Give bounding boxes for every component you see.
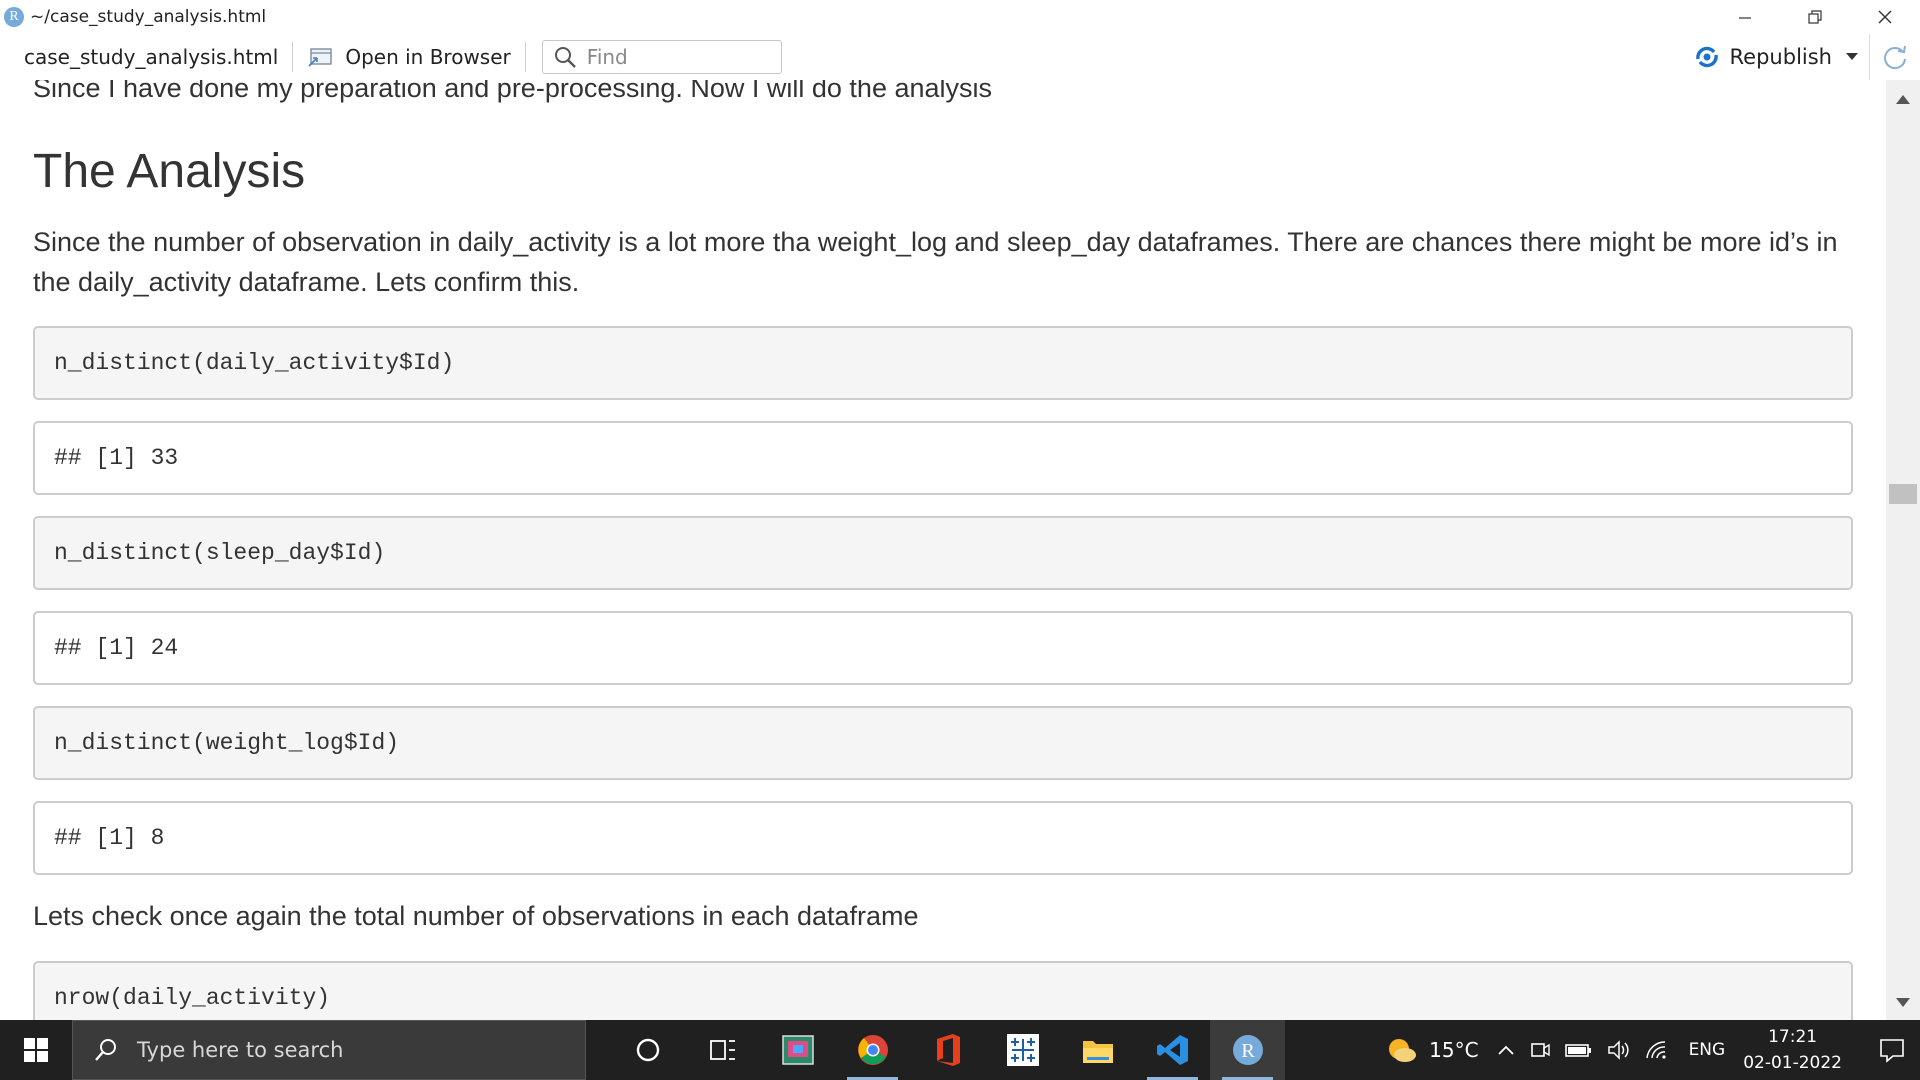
- system-tray: 15°C ENG 17:21 02-01-2022: [1385, 1020, 1920, 1080]
- window-controls: [1710, 0, 1920, 34]
- tableau-app[interactable]: [985, 1020, 1060, 1080]
- minimize-icon: [1739, 17, 1751, 19]
- taskbar-search-placeholder: Type here to search: [137, 1038, 344, 1062]
- chevron-up-icon[interactable]: [1497, 1044, 1515, 1056]
- close-icon: [1878, 10, 1892, 24]
- windows-logo-icon: [24, 1038, 48, 1062]
- vscode-app[interactable]: [1135, 1020, 1210, 1080]
- taskbar-search[interactable]: Type here to search: [72, 1020, 586, 1080]
- rstudio-icon: R: [1232, 1035, 1263, 1065]
- restore-icon: [1808, 10, 1822, 24]
- office-app[interactable]: [910, 1020, 985, 1080]
- scroll-down-button[interactable]: [1886, 991, 1920, 1013]
- refresh-button[interactable]: [1869, 34, 1920, 80]
- code-block: nrow(daily_activity): [33, 961, 1853, 1021]
- close-button[interactable]: [1850, 0, 1920, 34]
- vertical-scrollbar[interactable]: [1886, 80, 1920, 1021]
- tableau-icon: [1006, 1034, 1039, 1066]
- scrollbar-thumb[interactable]: [1889, 484, 1917, 504]
- scroll-up-button[interactable]: [1886, 88, 1920, 110]
- meet-now-icon[interactable]: [1529, 1039, 1551, 1061]
- code-block: n_distinct(daily_activity$Id): [33, 326, 1853, 400]
- code-block: n_distinct(sleep_day$Id): [33, 516, 1853, 590]
- battery-icon[interactable]: [1564, 1042, 1593, 1058]
- pinned-apps: R: [610, 1020, 1285, 1080]
- folder-icon: [1082, 1041, 1113, 1063]
- vscode-icon: [1156, 1035, 1188, 1065]
- notification-center-button[interactable]: [1872, 1037, 1912, 1063]
- tray-icons: [1497, 1039, 1669, 1061]
- clock-time: 17:21: [1768, 1027, 1818, 1047]
- office-icon: [936, 1034, 960, 1066]
- arrow-down-icon: [1896, 997, 1910, 1007]
- start-button[interactable]: [0, 1020, 72, 1080]
- window-titlebar: R ~/case_study_analysis.html: [0, 0, 1920, 34]
- open-in-browser-button[interactable]: Open in Browser: [307, 45, 511, 69]
- document-body: Since I have done my preparation and pre…: [33, 80, 1853, 1021]
- analysis-paragraph: Since the number of observation in daily…: [33, 227, 1838, 297]
- taskbar-clock[interactable]: 17:21 02-01-2022: [1743, 1024, 1842, 1076]
- restore-button[interactable]: [1780, 0, 1850, 34]
- republish-button[interactable]: Republish: [1692, 34, 1858, 80]
- output-block: ## [1] 24: [33, 611, 1853, 685]
- minimize-button[interactable]: [1710, 0, 1780, 34]
- windows-taskbar: Type here to search R 15°C ENG 17:21 02-…: [0, 1020, 1920, 1080]
- notification-icon: [1880, 1039, 1904, 1063]
- output-block: ## [1] 8: [33, 801, 1853, 875]
- refresh-icon: [1884, 45, 1906, 70]
- cortana-button[interactable]: [610, 1020, 685, 1080]
- output-block: ## [1] 33: [33, 421, 1853, 495]
- intro-paragraph: Since I have done my preparation and pre…: [33, 80, 993, 103]
- clock-date: 02-01-2022: [1743, 1053, 1842, 1073]
- toolbar-divider: [292, 42, 294, 72]
- r-app-icon: R: [4, 7, 24, 27]
- open-in-browser-label: Open in Browser: [345, 45, 511, 69]
- weather-temperature: 15°C: [1429, 1038, 1479, 1062]
- input-language[interactable]: ENG: [1689, 1040, 1726, 1060]
- rstudio-icon-letter: R: [1241, 1040, 1255, 1062]
- republish-label: Republish: [1729, 45, 1832, 69]
- weather-sun-cloud-icon: [1389, 1039, 1417, 1062]
- document-viewport: Since I have done my preparation and pre…: [0, 80, 1886, 1021]
- code-block: n_distinct(weight_log$Id): [33, 706, 1853, 780]
- volume-icon[interactable]: [1607, 1040, 1631, 1060]
- task-view-button[interactable]: [685, 1020, 760, 1080]
- section-heading: The Analysis: [33, 145, 306, 198]
- rstudio-app[interactable]: R: [1210, 1020, 1285, 1080]
- search-icon: [95, 1039, 116, 1061]
- window-title: ~/case_study_analysis.html: [30, 7, 267, 27]
- chrome-icon: [857, 1035, 888, 1065]
- observations-paragraph: Lets check once again the total number o…: [33, 901, 919, 931]
- snipping-tool-app[interactable]: [760, 1020, 835, 1080]
- chevron-down-icon[interactable]: [1846, 53, 1858, 61]
- find-input[interactable]: [584, 44, 769, 70]
- cortana-icon: [636, 1038, 659, 1062]
- chrome-app[interactable]: [835, 1020, 910, 1080]
- toolbar-divider: [524, 42, 526, 72]
- snipping-tool-icon: [781, 1035, 814, 1065]
- open-in-browser-icon: [308, 48, 333, 67]
- file-explorer-app[interactable]: [1060, 1020, 1135, 1080]
- republish-icon: [1695, 46, 1718, 68]
- task-view-icon: [709, 1040, 735, 1060]
- weather-widget[interactable]: 15°C: [1385, 1035, 1479, 1065]
- find-field[interactable]: [541, 40, 782, 74]
- arrow-up-icon: [1896, 94, 1910, 104]
- viewer-toolbar: case_study_analysis.html Open in Browser…: [0, 34, 1920, 81]
- wifi-icon[interactable]: [1645, 1040, 1669, 1060]
- search-icon: [554, 47, 576, 68]
- file-tab[interactable]: case_study_analysis.html: [24, 45, 278, 69]
